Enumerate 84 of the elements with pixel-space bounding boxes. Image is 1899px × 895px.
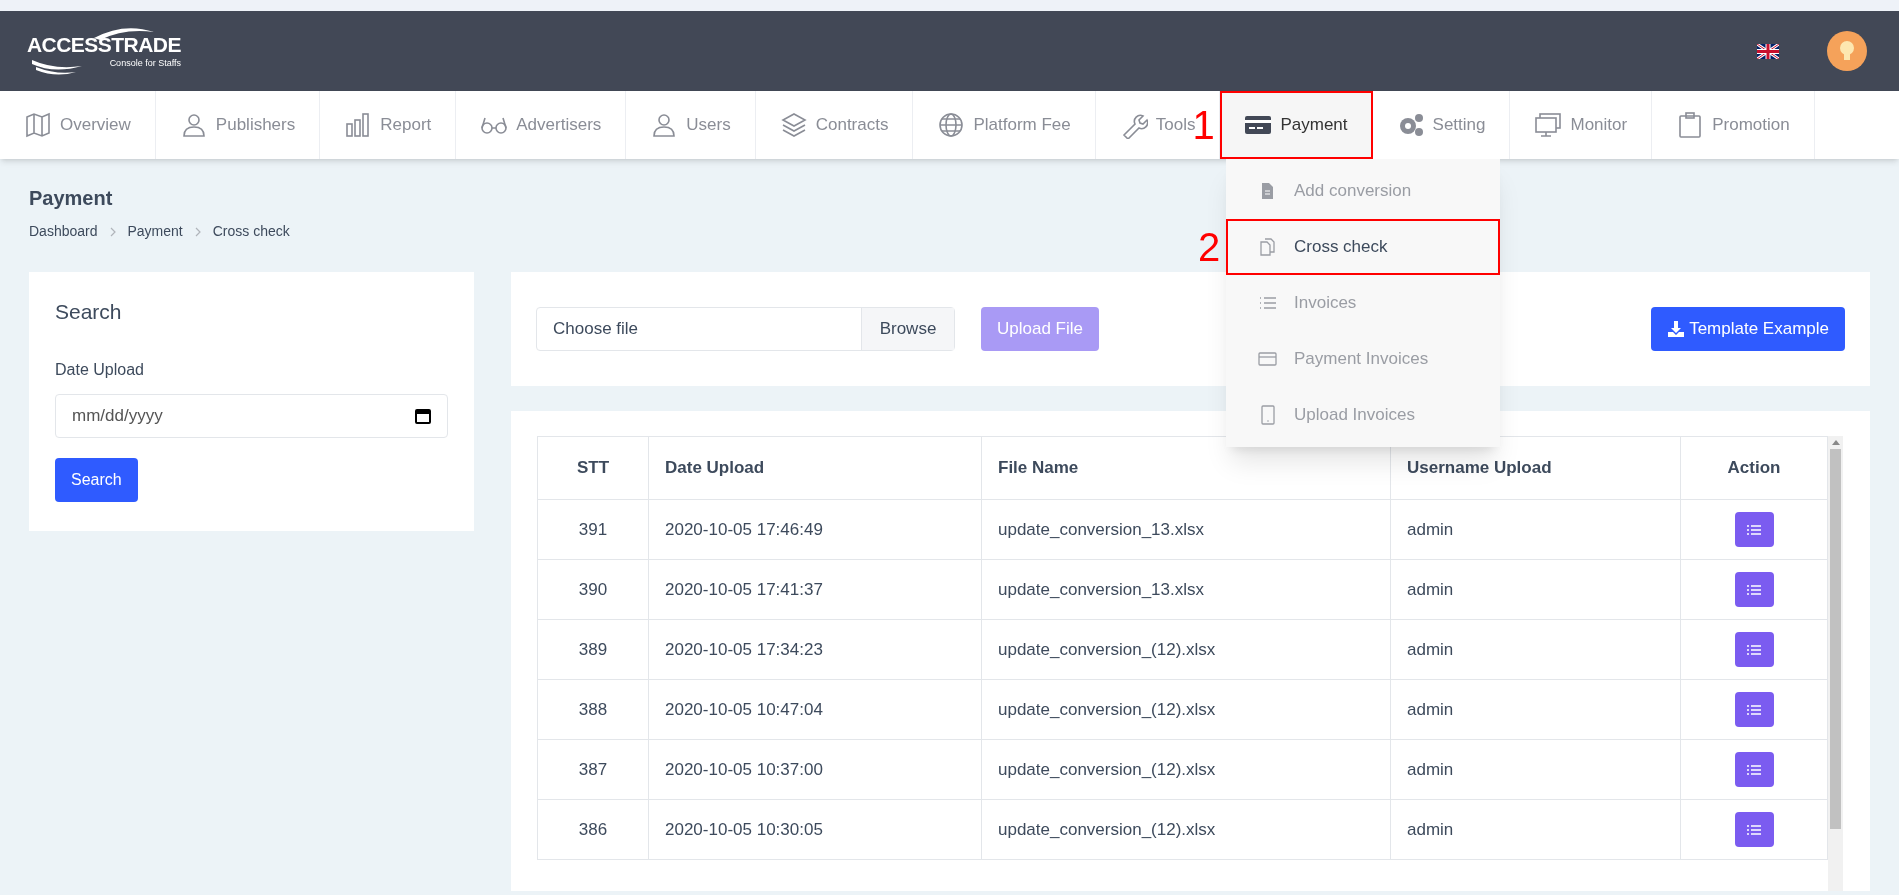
column-header: Action bbox=[1680, 436, 1828, 500]
table-cell: update_conversion_13.xlsx bbox=[981, 499, 1391, 560]
list-icon bbox=[1746, 823, 1762, 836]
table-cell: 390 bbox=[537, 559, 649, 620]
nav-tab[interactable]: Platform Fee bbox=[913, 91, 1096, 159]
table-cell: admin bbox=[1390, 739, 1681, 800]
search-button[interactable]: Search bbox=[55, 457, 138, 502]
table-cell: 2020-10-05 17:46:49 bbox=[648, 499, 982, 560]
layers-icon bbox=[779, 111, 808, 139]
table-cell: 2020-10-05 10:37:00 bbox=[648, 739, 982, 800]
nav-tab[interactable]: Contracts bbox=[755, 91, 914, 159]
card-icon bbox=[1258, 349, 1278, 369]
nav-tab[interactable]: Users bbox=[626, 91, 756, 159]
details-button[interactable] bbox=[1734, 692, 1774, 727]
menu-item[interactable]: Invoices bbox=[1226, 275, 1500, 331]
table-cell: admin bbox=[1390, 799, 1681, 860]
table-cell: 386 bbox=[537, 799, 649, 860]
details-button[interactable] bbox=[1734, 752, 1774, 787]
table-cell: admin bbox=[1390, 559, 1681, 620]
nav-tab[interactable]: Promotion bbox=[1652, 91, 1815, 159]
download-icon bbox=[1667, 320, 1686, 338]
column-header: Date Upload bbox=[648, 436, 982, 500]
logo-tagline: Console for Staffs bbox=[109, 59, 181, 68]
table-cell: update_conversion_13.xlsx bbox=[981, 559, 1391, 620]
chevron-icon bbox=[109, 226, 116, 237]
table-cell: 388 bbox=[537, 679, 649, 740]
annotation-number: 2 bbox=[1198, 227, 1221, 267]
card-title: Search bbox=[55, 299, 123, 325]
list-icon bbox=[1746, 763, 1762, 776]
date-field[interactable]: mm/dd/yyyy bbox=[55, 393, 448, 438]
details-button[interactable] bbox=[1734, 632, 1774, 667]
list-icon bbox=[1746, 583, 1762, 596]
table-cell: 2020-10-05 17:34:23 bbox=[648, 619, 982, 680]
list-icon bbox=[1746, 523, 1762, 536]
calendar-icon[interactable] bbox=[414, 406, 432, 425]
nav-tab[interactable]: Report bbox=[320, 91, 457, 159]
table-cell: 391 bbox=[537, 499, 649, 560]
breadcrumb-link[interactable]: Payment bbox=[127, 221, 183, 242]
table-cell: admin bbox=[1390, 499, 1681, 560]
nav-tab[interactable]: Payment bbox=[1220, 91, 1373, 159]
column-header: Username Upload bbox=[1390, 436, 1681, 500]
tablet-icon bbox=[1258, 405, 1278, 425]
breadcrumb-link[interactable]: Dashboard bbox=[29, 221, 98, 242]
template-example-button[interactable]: Template Example bbox=[1651, 307, 1845, 351]
globe-icon bbox=[937, 111, 966, 139]
table-cell: update_conversion_(12).xlsx bbox=[981, 679, 1391, 740]
details-button[interactable] bbox=[1734, 812, 1774, 847]
menu-item[interactable]: Add conversion bbox=[1226, 163, 1500, 219]
details-button[interactable] bbox=[1734, 572, 1774, 607]
table-cell: 389 bbox=[537, 619, 649, 680]
menu-item[interactable]: Payment Invoices bbox=[1226, 331, 1500, 387]
uk-flag-icon[interactable] bbox=[1757, 43, 1779, 59]
table-cell: admin bbox=[1390, 619, 1681, 680]
table-cell: update_conversion_(12).xlsx bbox=[981, 619, 1391, 680]
column-header: STT bbox=[537, 436, 649, 500]
nav-tab[interactable]: Monitor bbox=[1510, 91, 1653, 159]
table-cell: 2020-10-05 10:47:04 bbox=[648, 679, 982, 740]
details-button[interactable] bbox=[1734, 512, 1774, 547]
logo[interactable]: ACCESSTRADE Console for Staffs bbox=[16, 21, 181, 81]
monitor-icon bbox=[1534, 111, 1563, 139]
scrollbar[interactable] bbox=[1828, 436, 1843, 891]
map-icon bbox=[24, 111, 52, 139]
chevron-icon bbox=[194, 226, 201, 237]
logo-text: ACCESSTRADE bbox=[26, 34, 181, 55]
list-icon bbox=[1746, 643, 1762, 656]
nav-tab[interactable]: Publishers bbox=[155, 91, 321, 159]
menu-item[interactable]: Cross check bbox=[1226, 219, 1500, 275]
nav-tab[interactable]: Overview bbox=[0, 91, 156, 159]
table-cell: admin bbox=[1390, 679, 1681, 740]
list-icon bbox=[1746, 703, 1762, 716]
scroll-up-icon[interactable] bbox=[1831, 440, 1840, 445]
table-cell: 387 bbox=[537, 739, 649, 800]
file-field[interactable]: Choose file Browse bbox=[536, 307, 955, 351]
page-title: Payment bbox=[29, 186, 113, 211]
nav-tab[interactable]: Advertisers bbox=[456, 91, 627, 159]
field-label: Date Upload bbox=[55, 359, 145, 380]
table-cell: 2020-10-05 10:30:05 bbox=[648, 799, 982, 860]
column-header: File Name bbox=[981, 436, 1391, 500]
table-cell: update_conversion_(12).xlsx bbox=[981, 739, 1391, 800]
copy-icon bbox=[1258, 237, 1278, 257]
table-cell: update_conversion_(12).xlsx bbox=[981, 799, 1391, 860]
breadcrumb-link[interactable]: Cross check bbox=[212, 221, 290, 242]
avatar-icon[interactable] bbox=[1827, 31, 1867, 71]
table-cell: 2020-10-05 17:41:37 bbox=[648, 559, 982, 620]
